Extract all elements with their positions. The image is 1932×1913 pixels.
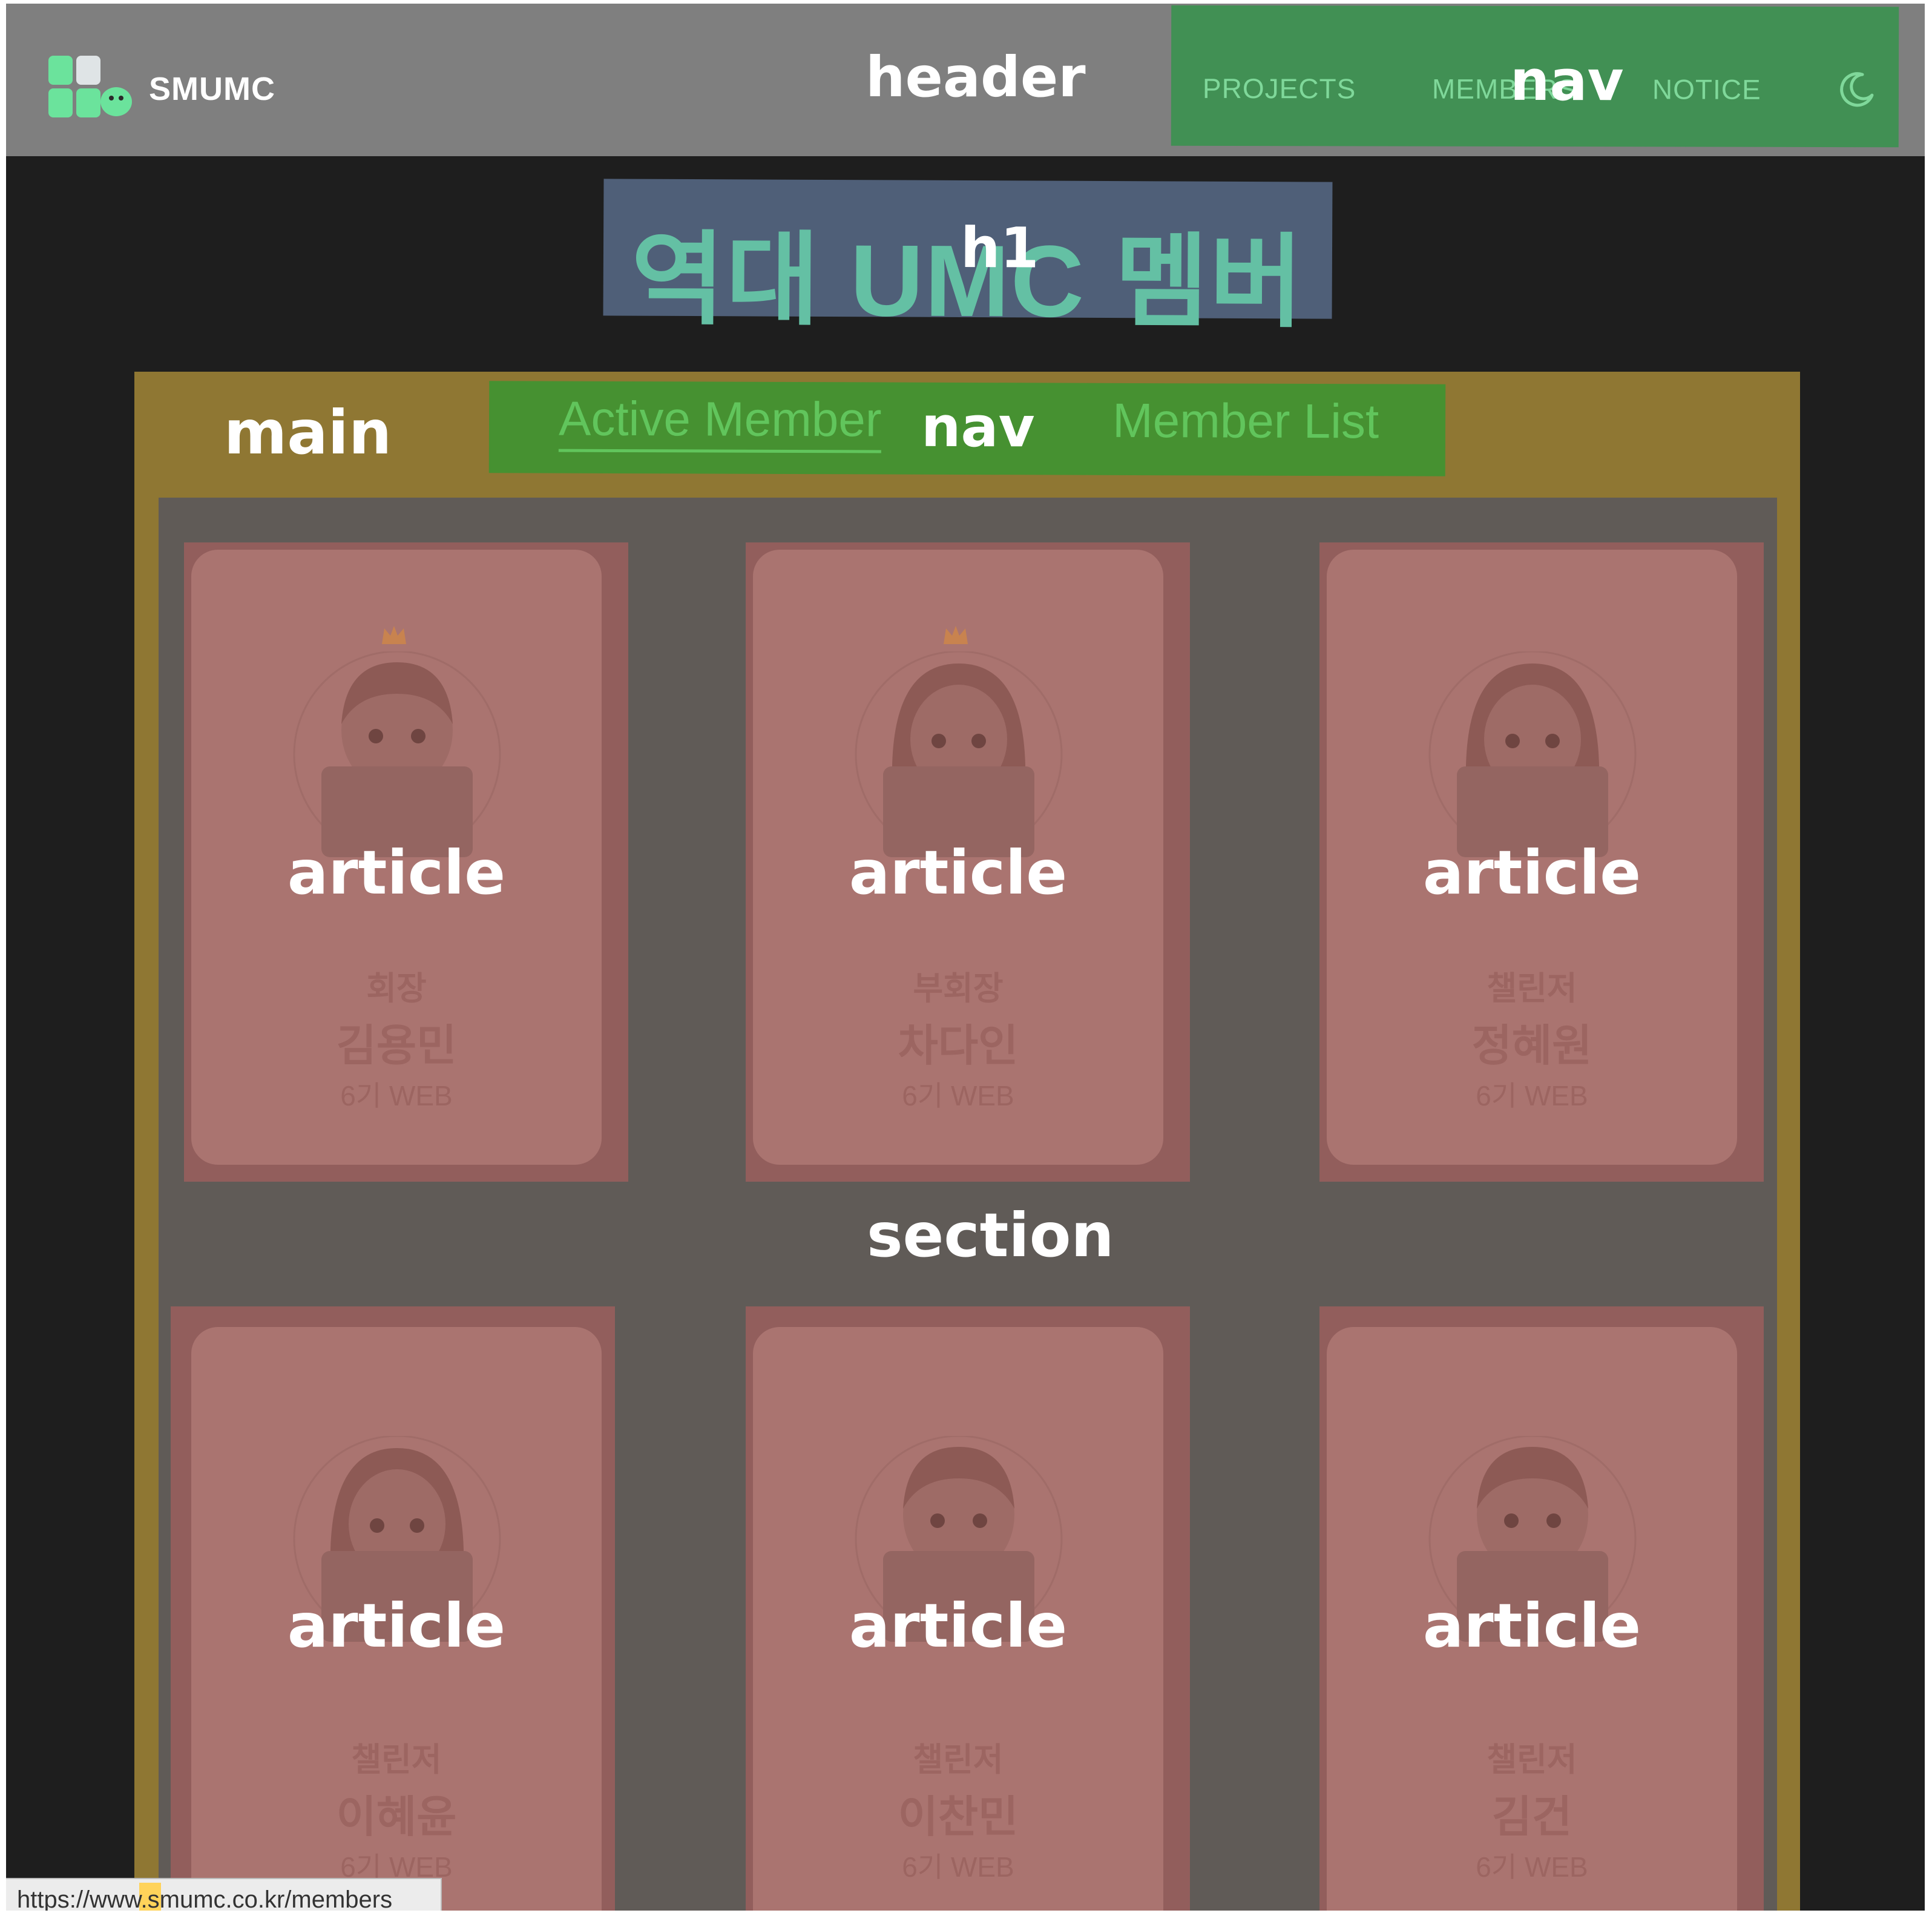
member-card[interactable]: article 챌린저 이찬민 6기 WEB [746,1306,1190,1911]
tab-member-list[interactable]: Member List [1112,393,1379,450]
member-section: section article 회장 김용민 6기 WEB article 부회… [159,498,1777,1911]
member-card[interactable]: article 회장 김용민 6기 WEB [184,542,628,1182]
h1-overlay-label: h1 [960,215,1039,281]
member-generation: 6기 WEB [340,1080,453,1111]
nav-notice-link[interactable]: NOTICE [1652,73,1761,105]
site-header: SMUMC header PROJECTS MEMBERS NOTICE nav [6,4,1925,156]
smumc-logo[interactable] [48,56,133,119]
nav-projects-link[interactable]: PROJECTS [1203,72,1356,105]
crown-icon [944,626,968,644]
member-tabs: Active Member Member List nav [488,381,1446,476]
member-card-body: article 챌린저 이찬민 6기 WEB [753,1327,1163,1911]
member-generation: 6기 WEB [1476,1080,1588,1111]
member-role: 부회장 [913,970,1004,1007]
link-status-bar: https://www.smumc.co.kr/members [6,1878,442,1911]
female-laptop-avatar [1428,651,1637,857]
status-url: https://www.smumc.co.kr/members [17,1886,393,1911]
article-overlay-label: article [849,1590,1068,1661]
nav-overlay-label: nav [1510,48,1624,114]
member-role: 회장 [366,970,427,1007]
page-title-box: 역대 UMC 멤버 h1 [603,179,1333,339]
header-overlay-label: header [866,45,1086,110]
brand-name[interactable]: SMUMC [149,70,275,108]
female-laptop-avatar [855,651,1063,857]
member-name: 김용민 [336,1022,457,1070]
member-role: 챌린저 [913,1742,1004,1778]
member-card[interactable]: article 챌린저 정혜원 6기 WEB [1319,542,1764,1182]
article-overlay-label: article [1422,837,1641,908]
page-viewport: SMUMC header PROJECTS MEMBERS NOTICE nav… [6,4,1925,1911]
member-generation: 6기 WEB [1476,1851,1588,1883]
moon-icon[interactable] [1838,70,1877,108]
section-overlay-label: section [867,1200,1114,1271]
tabs-overlay-label: nav [921,394,1035,460]
member-generation: 6기 WEB [902,1080,1014,1111]
member-name: 이찬민 [898,1793,1019,1842]
main-overlay-label: main [224,397,392,468]
member-generation: 6기 WEB [902,1851,1014,1883]
article-overlay-label: article [849,837,1068,908]
article-overlay-label: article [1422,1590,1641,1661]
article-overlay-label: article [287,1590,506,1661]
male-laptop-avatar [293,651,501,857]
member-card[interactable]: article 챌린저 이혜윤 6기 WEB [171,1306,615,1911]
tab-active-member[interactable]: Active Member [558,390,882,453]
article-overlay-label: article [287,837,506,908]
member-card[interactable]: article 챌린저 김건 6기 WEB [1319,1306,1764,1911]
main-content: main Active Member Member List nav secti… [134,372,1800,1911]
member-name: 이혜윤 [336,1793,457,1842]
member-name: 차다인 [898,1022,1019,1070]
member-card-body: article 챌린저 김건 6기 WEB [1327,1327,1737,1911]
crown-icon [382,626,406,644]
member-name: 정혜원 [1471,1022,1592,1070]
member-card[interactable]: article 부회장 차다인 6기 WEB [746,542,1190,1182]
member-card-body: article 챌린저 정혜원 6기 WEB [1327,550,1737,1165]
member-card-body: article 회장 김용민 6기 WEB [191,550,602,1165]
member-role: 챌린저 [1487,970,1577,1007]
member-role: 챌린저 [351,1742,442,1778]
member-card-body: article 부회장 차다인 6기 WEB [753,550,1163,1165]
member-card-body: article 챌린저 이혜윤 6기 WEB [191,1327,602,1911]
member-name: 김건 [1491,1793,1572,1842]
member-role: 챌린저 [1487,1742,1577,1778]
top-nav: PROJECTS MEMBERS NOTICE nav [1171,5,1899,148]
